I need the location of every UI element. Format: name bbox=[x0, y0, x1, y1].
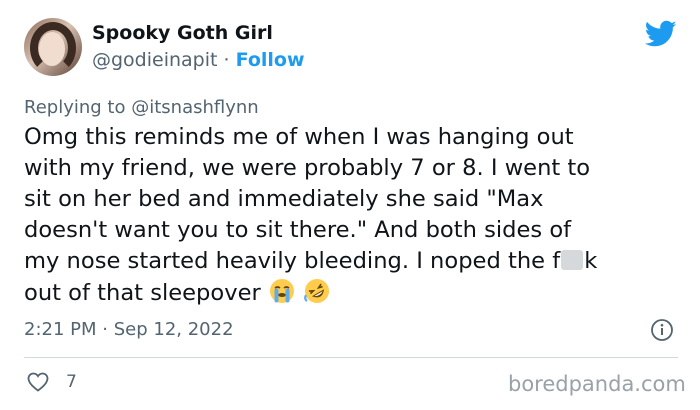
tweet-text-segment: my nose started heavily bleeding. I nope… bbox=[24, 248, 561, 274]
tweet-text-segment: out of that sleepover bbox=[24, 280, 261, 306]
tweet-line: with my friend, we were probably 7 or 8.… bbox=[24, 155, 591, 181]
tweet-line: doesn't want you to sit there." And both… bbox=[24, 217, 572, 243]
watermark: boredpanda.com bbox=[508, 372, 686, 396]
tweet-line-with-emoji: out of that sleepover bbox=[24, 277, 678, 309]
timestamp-separator: · bbox=[102, 319, 108, 340]
info-icon[interactable] bbox=[650, 318, 674, 342]
like-button[interactable]: 7 bbox=[26, 370, 77, 394]
divider bbox=[24, 357, 678, 358]
tweet-line-censored: my nose started heavily bleeding. I nope… bbox=[24, 246, 678, 277]
twitter-bird-icon[interactable] bbox=[645, 20, 677, 48]
heart-icon[interactable] bbox=[26, 370, 50, 394]
tweet-time: 2:21 PM bbox=[24, 319, 97, 340]
tweet-header: Spooky Goth Girl @godieinapit · Follow bbox=[24, 18, 305, 76]
avatar-hair bbox=[30, 22, 76, 74]
handle-separator: · bbox=[223, 49, 230, 71]
like-count: 7 bbox=[66, 372, 77, 392]
tweet-text-segment: k bbox=[584, 248, 598, 274]
author-block: Spooky Goth Girl @godieinapit · Follow bbox=[92, 21, 305, 73]
replying-to: Replying to @itsnashflynn bbox=[24, 96, 259, 120]
author-handle-row: @godieinapit · Follow bbox=[92, 47, 305, 73]
tweet-line: Omg this reminds me of when I was hangin… bbox=[24, 124, 574, 150]
tweet-text: Omg this reminds me of when I was hangin… bbox=[24, 122, 678, 309]
author-display-name[interactable]: Spooky Goth Girl bbox=[92, 21, 305, 45]
tweet-date: Sep 12, 2022 bbox=[113, 319, 234, 340]
tweet-timestamp[interactable]: 2:21 PM · Sep 12, 2022 bbox=[24, 318, 234, 342]
author-handle[interactable]: @godieinapit bbox=[92, 49, 217, 71]
follow-button[interactable]: Follow bbox=[236, 49, 305, 71]
tweet-line: sit on her bed and immediately she said … bbox=[24, 186, 544, 212]
rolling-on-floor-laughing-icon bbox=[304, 279, 330, 303]
replying-to-label: Replying to bbox=[24, 97, 126, 118]
loudly-crying-face-icon bbox=[269, 279, 294, 303]
reply-mention-link[interactable]: @itsnashflynn bbox=[131, 97, 258, 118]
censor-block bbox=[561, 250, 584, 270]
avatar[interactable] bbox=[24, 18, 82, 76]
